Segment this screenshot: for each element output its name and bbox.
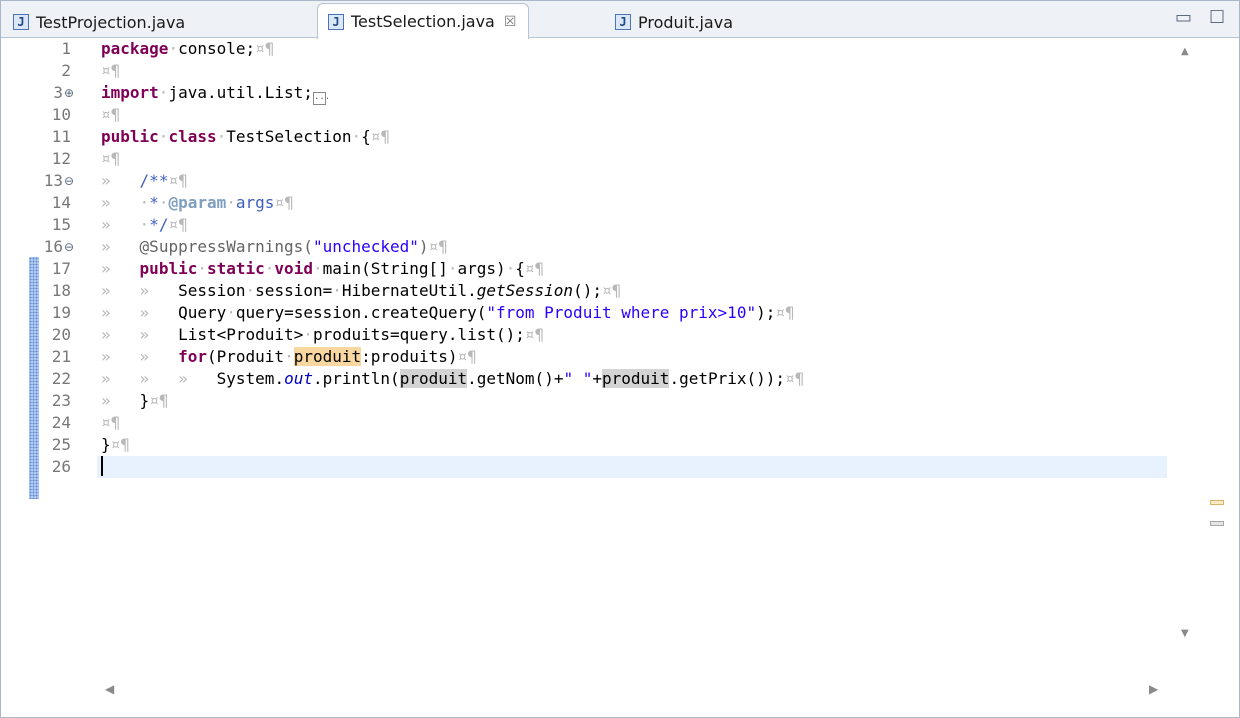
code-line: » » for(Produit·produit:produits)¤¶ (101, 347, 477, 366)
tab-label: TestSelection.java (351, 12, 495, 31)
line-number: 23 (51, 391, 71, 410)
horizontal-scrollbar[interactable]: ◀ ▶ (97, 678, 1167, 704)
code-line: ¤¶ (101, 149, 121, 168)
tab-testprojection[interactable]: J TestProjection.java (9, 7, 199, 37)
code-line: package·console;¤¶ (101, 39, 275, 58)
line-number: 18 (51, 281, 71, 300)
line-number: 22 (51, 369, 71, 388)
collapsed-imports-icon[interactable]: ... (312, 92, 330, 105)
line-number: 16 (43, 237, 63, 256)
line-number: 1 (61, 39, 71, 58)
collapse-fold-icon[interactable]: ⊖ (64, 170, 74, 192)
code-line: » ·*·@param·args¤¶ (101, 193, 294, 212)
occurrence-marker[interactable] (1210, 521, 1224, 526)
code-line: }¤¶ (101, 435, 130, 454)
vertical-scrollbar[interactable]: ▲ ▼ (1173, 38, 1201, 648)
line-number: 11 (51, 127, 71, 146)
line-number-gutter: 1 2 3 ⊕ 10 11 12 13 ⊖ 14 15 16 ⊖ 17 18 1… (1, 38, 97, 648)
code-line: » » Session·session=·HibernateUtil.getSe… (101, 281, 622, 300)
code-line: ¤¶ (101, 61, 121, 80)
java-editor-window: J TestProjection.java J TestSelection.ja… (0, 0, 1240, 718)
line-number: 12 (51, 149, 71, 168)
line-number: 20 (51, 325, 71, 344)
line-number: 19 (51, 303, 71, 322)
scroll-left-icon[interactable]: ◀ (105, 682, 114, 696)
code-line: » /**¤¶ (101, 171, 188, 190)
line-number: 10 (51, 105, 71, 124)
scroll-down-icon[interactable]: ▼ (1181, 628, 1189, 639)
line-number: 25 (51, 435, 71, 454)
tab-testselection[interactable]: J TestSelection.java ☒ (317, 3, 530, 39)
code-line: » » Query·query=session.createQuery("fro… (101, 303, 795, 322)
line-number: 3 (53, 83, 63, 102)
minimize-icon[interactable]: ▭ (1175, 7, 1192, 28)
line-number: 2 (61, 61, 71, 80)
line-number: 17 (51, 259, 71, 278)
line-number: 13 (43, 171, 63, 190)
code-line: » public·static·void·main(String[]·args)… (101, 259, 545, 278)
occurrence-highlight: produit (602, 369, 670, 388)
line-number: 21 (51, 347, 71, 366)
code-line: » }¤¶ (101, 391, 169, 410)
line-number: 26 (51, 457, 71, 476)
code-editor[interactable]: 1 2 3 ⊕ 10 11 12 13 ⊖ 14 15 16 ⊖ 17 18 1… (1, 38, 1239, 717)
line-number: 15 (51, 215, 71, 234)
code-line: » » List<Produit>·produits=query.list();… (101, 325, 545, 344)
java-file-icon: J (615, 14, 631, 30)
code-line: » » » System.out.println(produit.getNom(… (101, 369, 805, 388)
close-icon[interactable]: ☒ (504, 14, 517, 30)
occurrence-highlight: produit (293, 347, 362, 366)
code-line: » @SuppressWarnings("unchecked")¤¶ (101, 237, 448, 256)
overview-ruler (1201, 38, 1239, 648)
editor-tab-bar: J TestProjection.java J TestSelection.ja… (1, 1, 1239, 39)
line-number: 24 (51, 413, 71, 432)
expand-fold-icon[interactable]: ⊕ (64, 82, 74, 104)
scroll-up-icon[interactable]: ▲ (1181, 46, 1189, 57)
text-caret (101, 456, 103, 476)
code-line: ¤¶ (101, 105, 121, 124)
code-line: ¤¶ (101, 413, 121, 432)
java-file-icon: J (13, 14, 29, 30)
tab-label: TestProjection.java (36, 12, 186, 32)
line-number: 14 (51, 193, 71, 212)
code-text-area[interactable]: package·console;¤¶ ¤¶ import·java.util.L… (97, 38, 1167, 648)
maximize-icon[interactable]: ☐ (1209, 7, 1225, 28)
occurrence-highlight: produit (399, 369, 468, 388)
java-file-icon: J (328, 13, 344, 30)
scroll-right-icon[interactable]: ▶ (1149, 682, 1158, 696)
tab-label: Produit.java (638, 12, 734, 32)
code-line: public·class·TestSelection·{¤¶ (101, 127, 391, 146)
write-occurrence-marker[interactable] (1210, 500, 1224, 505)
code-line: import·java.util.List;... (101, 82, 330, 105)
code-line: » ·*/¤¶ (101, 215, 188, 234)
tab-produit[interactable]: J Produit.java (611, 7, 743, 37)
code-line (101, 456, 103, 478)
collapse-fold-icon[interactable]: ⊖ (64, 236, 74, 258)
